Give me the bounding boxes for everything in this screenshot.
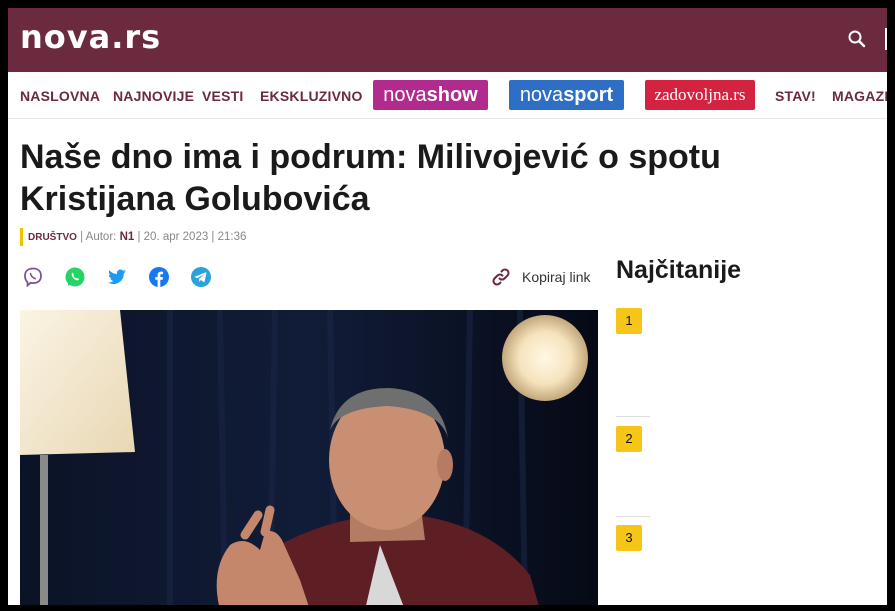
twitter-icon[interactable]	[106, 266, 128, 288]
whatsapp-icon[interactable]	[64, 266, 86, 288]
browser-viewport: nova.rs NASLOVNA NAJNOVIJE VESTI EKSKLUZ…	[8, 8, 887, 605]
article-meta: DRUŠTVO | Autor: N1 | 20. apr 2023 | 21:…	[20, 228, 246, 246]
novasport-prefix: nova	[519, 84, 564, 106]
site-logo[interactable]: nova.rs	[20, 18, 161, 56]
nav-item-naslovna[interactable]: NASLOVNA	[20, 88, 100, 104]
header-divider	[885, 28, 887, 50]
sidebar-title: Najčitanije	[616, 256, 742, 284]
article-title: Naše dno ima i podrum: Milivojević o spo…	[20, 138, 721, 218]
article-photo	[20, 310, 598, 605]
nav-novashow-button[interactable]: novashow	[373, 80, 488, 110]
publish-date: 20. apr 2023 | 21:36	[143, 231, 247, 243]
author-label: Autor:	[85, 231, 117, 243]
telegram-icon[interactable]	[190, 266, 212, 288]
category-link[interactable]: DRUŠTVO	[28, 232, 77, 243]
facebook-icon[interactable]	[148, 266, 170, 288]
sidebar-divider	[616, 516, 650, 517]
rank-badge: 3	[616, 525, 642, 551]
nav-zadovoljna-button[interactable]: zadovoljna.rs	[645, 80, 755, 110]
nav-item-ekskluzivno[interactable]: EKSKLUZIVNO	[260, 88, 363, 104]
link-icon	[492, 268, 510, 286]
novasport-suffix: sport	[563, 84, 614, 106]
nav-item-vesti[interactable]: VESTI	[202, 88, 243, 104]
nav-item-stav[interactable]: STAV!	[775, 88, 816, 104]
nav-item-najnovije[interactable]: NAJNOVIJE	[113, 88, 194, 104]
rank-badge: 2	[616, 426, 642, 452]
copy-link-label: Kopiraj link	[522, 269, 591, 285]
site-header: nova.rs	[8, 8, 887, 72]
search-icon[interactable]	[847, 29, 867, 49]
novashow-prefix: nova	[383, 84, 427, 106]
author-link[interactable]: N1	[120, 231, 135, 243]
sidebar-divider	[616, 416, 650, 417]
rank-badge: 1	[616, 308, 642, 334]
novashow-suffix: show	[426, 84, 478, 106]
photo-illustration	[20, 310, 598, 605]
main-nav: NASLOVNA NAJNOVIJE VESTI EKSKLUZIVNO nov…	[8, 72, 887, 119]
nav-item-magazin[interactable]: MAGAZIN	[832, 88, 887, 104]
nav-novasport-button[interactable]: novasport	[509, 80, 624, 110]
viber-icon[interactable]	[22, 266, 44, 288]
